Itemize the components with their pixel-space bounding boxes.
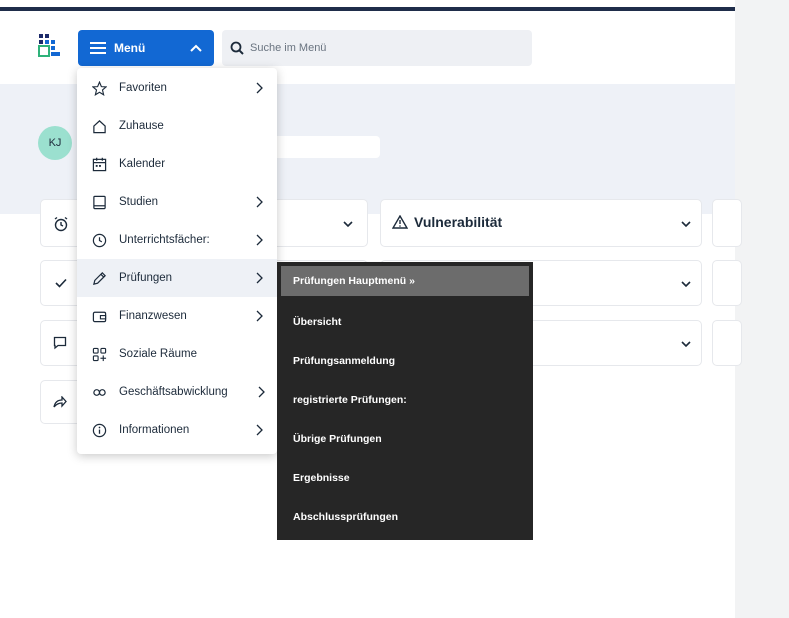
menu-item-label: Favoriten xyxy=(119,82,167,94)
warning-triangle-icon xyxy=(392,215,408,229)
chevron-down-icon[interactable] xyxy=(681,280,691,290)
chevron-up-icon xyxy=(190,44,202,52)
menu-item-label: Kalender xyxy=(119,158,166,170)
hamburger-icon xyxy=(90,42,106,54)
grid-plus-icon xyxy=(91,346,107,362)
menu-item-label: Unterrichtsfächer: xyxy=(119,234,210,246)
menu-button[interactable]: Menü xyxy=(78,30,214,66)
check-icon xyxy=(55,278,67,288)
chevron-right-icon xyxy=(256,82,263,94)
menu-item-label: Studien xyxy=(119,196,159,208)
menu-item-zuhause[interactable]: Zuhause xyxy=(77,107,277,145)
alarm-clock-icon xyxy=(53,216,69,232)
menu-search-input[interactable]: Suche im Menü xyxy=(222,30,532,66)
menu-item-label: Geschäftsabwicklung xyxy=(119,386,228,398)
vulnerability-label: Vulnerabilität xyxy=(414,214,503,230)
card-partial-right-3[interactable] xyxy=(712,320,742,366)
menu-item-soziale-raeume[interactable]: Soziale Räume xyxy=(77,335,277,373)
clock-icon xyxy=(91,232,107,248)
share-icon xyxy=(53,396,67,408)
submenu-item-results[interactable]: Ergebnisse xyxy=(281,463,529,493)
menu-item-favoriten[interactable]: Favoriten xyxy=(77,69,277,107)
chevron-right-icon xyxy=(256,424,263,436)
home-icon xyxy=(91,118,107,134)
menu-item-label: Prüfungen xyxy=(119,272,173,284)
chevron-down-icon[interactable] xyxy=(681,340,691,350)
chevron-right-icon xyxy=(256,310,263,322)
avatar-initials: KJ xyxy=(48,137,62,149)
submenu-item-main-menu[interactable]: Prüfungen Hauptmenü » xyxy=(281,266,529,296)
card-partial-right-2[interactable] xyxy=(712,260,742,306)
app-logo-icon[interactable] xyxy=(38,33,62,57)
menu-item-informationen[interactable]: Informationen xyxy=(77,411,277,449)
avatar[interactable]: KJ xyxy=(38,126,72,160)
submenu-item-final-exams[interactable]: Abschlussprüfungen xyxy=(281,502,529,532)
menu-item-label: Informationen xyxy=(119,424,190,436)
vulnerability-title: Vulnerabilität xyxy=(392,214,502,230)
main-menu-dropdown: Favoriten Zuhause Kalender Studien Unter… xyxy=(77,68,277,454)
link-icon xyxy=(91,384,107,400)
chevron-down-icon[interactable] xyxy=(343,220,353,230)
right-edge-strip xyxy=(735,0,789,618)
search-placeholder: Suche im Menü xyxy=(250,42,327,54)
chevron-right-icon xyxy=(256,196,263,208)
menu-button-label: Menü xyxy=(114,41,146,55)
star-icon xyxy=(91,80,107,96)
exams-submenu: Prüfungen Hauptmenü » Übersicht Prüfungs… xyxy=(277,262,533,540)
book-icon xyxy=(91,194,107,210)
chevron-right-icon xyxy=(256,234,263,246)
pencil-icon xyxy=(91,270,107,286)
chat-icon xyxy=(53,336,67,350)
card-partial-right-1[interactable] xyxy=(712,199,742,247)
submenu-item-other-exams[interactable]: Übrige Prüfungen xyxy=(281,424,529,454)
redacted-name xyxy=(272,136,380,158)
chevron-right-icon xyxy=(258,386,265,398)
menu-item-label: Finanzwesen xyxy=(119,310,187,322)
wallet-icon xyxy=(91,308,107,324)
submenu-item-registration[interactable]: Prüfungsanmeldung xyxy=(281,346,529,376)
menu-item-kalender[interactable]: Kalender xyxy=(77,145,277,183)
calendar-icon xyxy=(91,156,107,172)
menu-item-pruefungen[interactable]: Prüfungen xyxy=(77,259,277,297)
info-icon xyxy=(91,422,107,438)
search-icon xyxy=(230,41,244,55)
menu-item-unterrichtsfaecher[interactable]: Unterrichtsfächer: xyxy=(77,221,277,259)
menu-item-studien[interactable]: Studien xyxy=(77,183,277,221)
chevron-down-icon[interactable] xyxy=(681,220,691,230)
menu-item-label: Soziale Räume xyxy=(119,348,197,360)
submenu-item-overview[interactable]: Übersicht xyxy=(281,307,529,337)
menu-item-finanzwesen[interactable]: Finanzwesen xyxy=(77,297,277,335)
submenu-item-registered-exams[interactable]: registrierte Prüfungen: xyxy=(281,385,529,415)
menu-item-geschaeftsabwicklung[interactable]: Geschäftsabwicklung xyxy=(77,373,277,411)
chevron-right-icon xyxy=(256,272,263,284)
menu-item-label: Zuhause xyxy=(119,120,164,132)
